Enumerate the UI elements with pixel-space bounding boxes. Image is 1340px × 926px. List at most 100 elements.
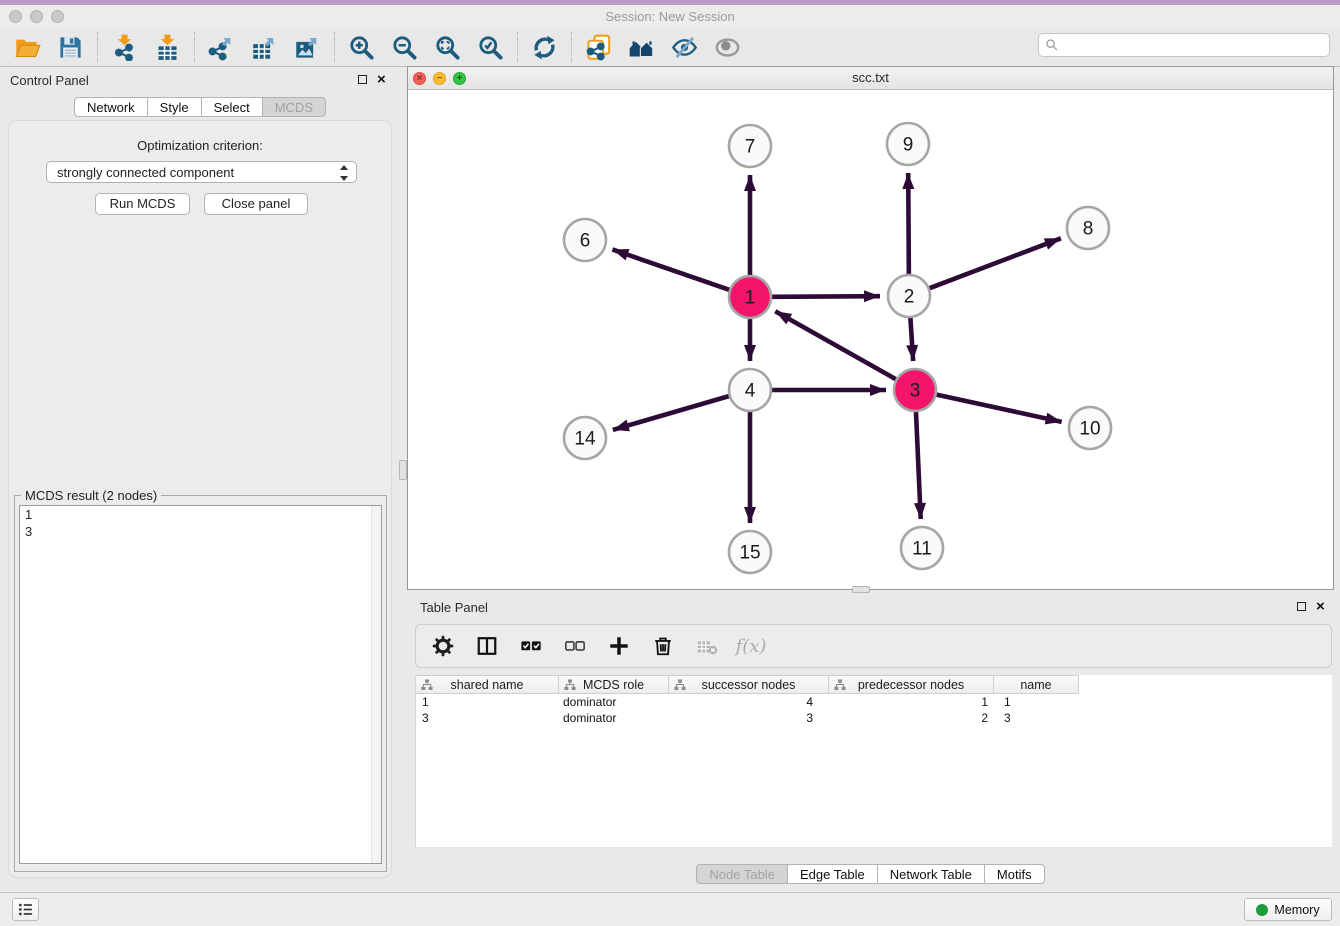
network-canvas[interactable]: 7968124314101511 [408, 90, 1333, 589]
mcds-result-list[interactable]: 13 [19, 505, 382, 864]
column-header-MCDS-role[interactable]: MCDS role [559, 675, 669, 694]
graph-node-label: 4 [745, 381, 756, 402]
tab-mcds[interactable]: MCDS [262, 97, 326, 117]
column-header-name[interactable]: name [994, 675, 1079, 694]
import-network-button[interactable] [103, 30, 146, 64]
toggle-column-panel-button[interactable] [472, 631, 502, 661]
deselect-all-columns-button[interactable] [560, 631, 590, 661]
eye-icon [714, 34, 741, 61]
graph-edge-3-11[interactable] [916, 412, 921, 519]
graph-edge-2-3[interactable] [910, 318, 913, 361]
vertical-splitter-handle[interactable] [399, 460, 407, 480]
list-icon [17, 901, 34, 918]
float-panel-icon[interactable] [358, 75, 367, 84]
column-type-icon [421, 679, 433, 694]
show-all-button[interactable] [706, 30, 749, 64]
hide-selected-button[interactable] [663, 30, 706, 64]
graph-edge-1-2[interactable] [772, 296, 880, 297]
close-table-panel-icon[interactable]: × [1316, 601, 1325, 612]
eye-slash-icon [671, 34, 698, 61]
memory-button[interactable]: Memory [1244, 898, 1332, 921]
table-tab-edge-table[interactable]: Edge Table [787, 864, 878, 884]
export-network-button[interactable] [200, 30, 243, 64]
criterion-select[interactable]: strongly connected component [46, 161, 357, 183]
optimization-criterion-label: Optimization criterion: [9, 138, 391, 153]
close-panel-button[interactable]: Close panel [204, 193, 308, 215]
mcds-result-group: MCDS result (2 nodes) 13 [14, 495, 387, 872]
apply-layout-button[interactable] [523, 30, 566, 64]
graph-edge-3-1[interactable] [775, 311, 896, 379]
table-cell: 1 [416, 694, 559, 710]
open-session-button[interactable] [6, 30, 49, 64]
main-toolbar [0, 28, 1340, 67]
horizontal-splitter-handle[interactable] [852, 586, 870, 593]
float-table-panel-icon[interactable] [1297, 602, 1306, 611]
function-builder-button: f(x) [736, 631, 766, 661]
tab-select[interactable]: Select [201, 97, 263, 117]
select-all-columns-button[interactable] [516, 631, 546, 661]
graph-node-label: 2 [904, 287, 915, 308]
graph-edge-1-6[interactable] [612, 249, 729, 289]
table-cell: 3 [669, 710, 829, 726]
result-scrollbar[interactable] [371, 506, 381, 863]
column-header-label: MCDS role [583, 678, 644, 692]
graph-edge-3-10[interactable] [936, 395, 1061, 422]
graph-edge-2-8[interactable] [930, 238, 1061, 288]
graph-edge-4-14[interactable] [613, 396, 729, 430]
toolbar-separator [517, 32, 518, 62]
first-neighbors-button[interactable] [620, 30, 663, 64]
table-row[interactable]: 1dominator411 [416, 694, 1332, 710]
close-panel-icon[interactable]: × [377, 74, 386, 85]
table-header-row: shared name MCDS role successor nodes prede… [416, 675, 1332, 694]
zoom-selected-button[interactable] [469, 30, 512, 64]
new-network-from-selection-button[interactable] [577, 30, 620, 64]
table-settings-button[interactable] [428, 631, 458, 661]
table-tab-node-table[interactable]: Node Table [696, 864, 788, 884]
zoom-out-button[interactable] [383, 30, 426, 64]
mcds-panel: Optimization criterion: strongly connect… [8, 120, 392, 878]
column-header-label: shared name [451, 678, 524, 692]
search-icon [1045, 38, 1059, 52]
task-list-button[interactable] [12, 898, 39, 921]
network-window-title: scc.txt [408, 70, 1333, 85]
table-cell: dominator [559, 694, 669, 710]
criterion-value: strongly connected component [57, 165, 234, 180]
delete-columns-button[interactable] [648, 631, 678, 661]
table-panel-header-icons: × [1297, 601, 1325, 612]
column-header-predecessor-nodes[interactable]: predecessor nodes [829, 675, 994, 694]
control-panel-header-icons: × [358, 74, 386, 85]
column-header-shared-name[interactable]: shared name [416, 675, 559, 694]
zoom-fit-icon [434, 34, 461, 61]
export-image-button[interactable] [286, 30, 329, 64]
import-table-button[interactable] [146, 30, 189, 64]
graph-edge-2-9[interactable] [908, 173, 909, 274]
search-field[interactable] [1038, 33, 1330, 57]
node-table: shared name MCDS role successor nodes prede… [415, 675, 1332, 847]
zoom-fit-button[interactable] [426, 30, 469, 64]
table-toolbar: f(x) [415, 624, 1332, 668]
search-input[interactable] [1063, 37, 1323, 54]
run-mcds-button[interactable]: Run MCDS [95, 193, 190, 215]
zoom-out-icon [391, 34, 418, 61]
column-header-label: predecessor nodes [858, 678, 964, 692]
check-pair-icon [520, 635, 542, 657]
zoom-in-button[interactable] [340, 30, 383, 64]
add-column-button[interactable] [604, 631, 634, 661]
table-tabs: Node TableEdge TableNetwork TableMotifs [407, 864, 1334, 884]
table-tab-network-table[interactable]: Network Table [877, 864, 985, 884]
table-row[interactable]: 3dominator323 [416, 710, 1332, 726]
export-network-icon [208, 34, 235, 61]
tab-style[interactable]: Style [147, 97, 202, 117]
tab-network[interactable]: Network [74, 97, 148, 117]
graph-node-label: 7 [745, 137, 756, 158]
column-header-successor-nodes[interactable]: successor nodes [669, 675, 829, 694]
status-bar: Memory [0, 892, 1340, 926]
uncheck-pair-icon [564, 635, 586, 657]
column-split-icon [476, 635, 498, 657]
trash-icon [652, 635, 674, 657]
save-session-button[interactable] [49, 30, 92, 64]
export-table-button[interactable] [243, 30, 286, 64]
application-window: Session: New Session Control Panel × Net… [0, 0, 1340, 926]
zoom-selected-icon [477, 34, 504, 61]
table-tab-motifs[interactable]: Motifs [984, 864, 1045, 884]
